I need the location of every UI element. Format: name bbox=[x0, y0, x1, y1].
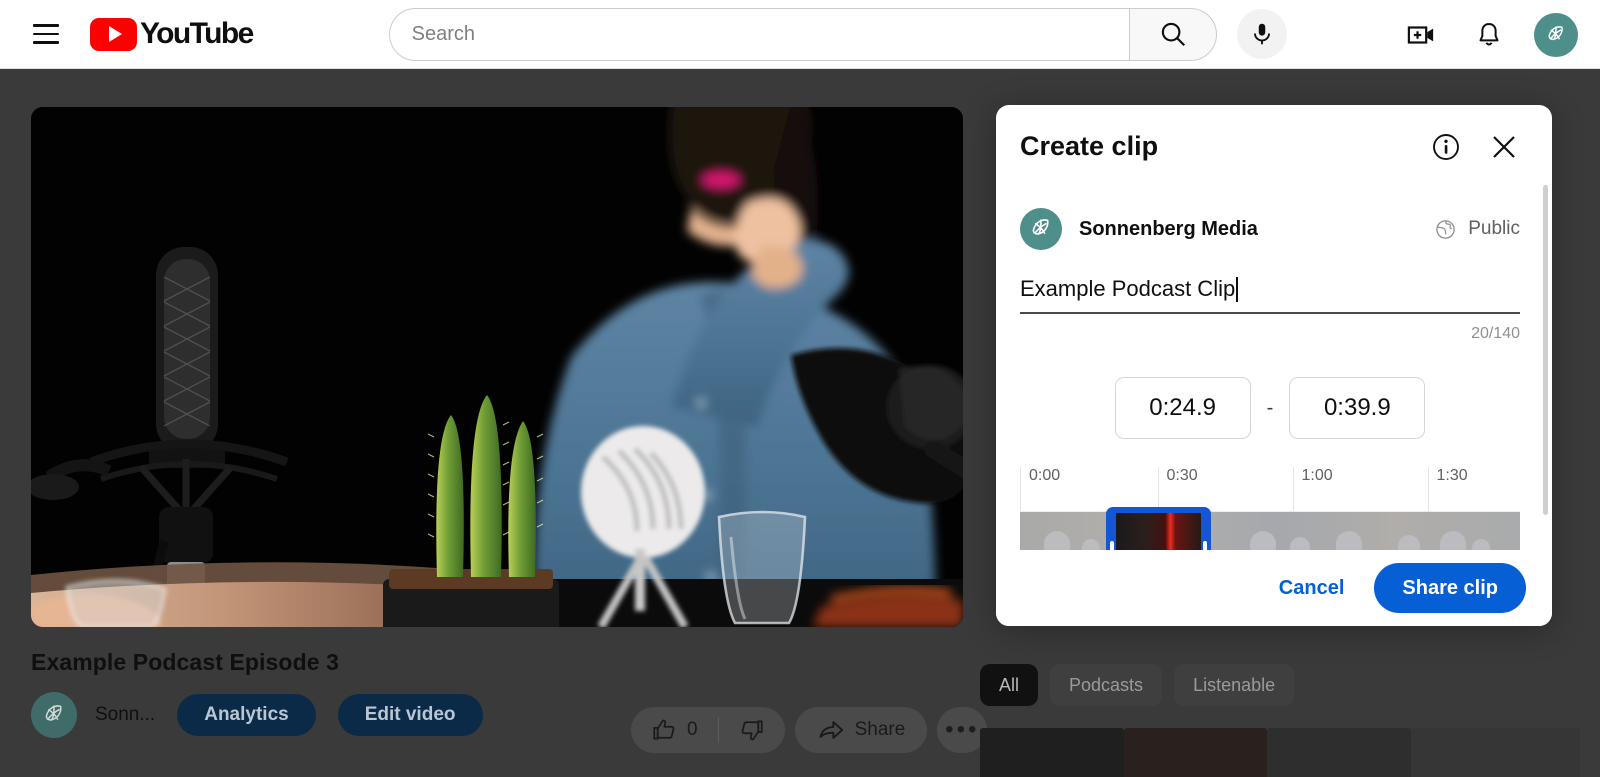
time-range-separator: - bbox=[1266, 396, 1274, 419]
watch-column: Example Podcast Episode 3 Sonn... Analyt… bbox=[31, 107, 988, 753]
thumbs-down-icon bbox=[741, 720, 763, 741]
account-avatar[interactable] bbox=[1534, 12, 1578, 57]
dialog-scrollbar[interactable] bbox=[1543, 185, 1548, 585]
timeline-filmstrip bbox=[1020, 511, 1520, 550]
video-title: Example Podcast Episode 3 bbox=[31, 649, 340, 675]
text-caret bbox=[1236, 276, 1239, 302]
chip-podcasts[interactable]: Podcasts bbox=[1050, 664, 1163, 706]
share-arrow-icon bbox=[819, 721, 843, 739]
dialog-channel-avatar bbox=[1020, 208, 1062, 250]
video-frame bbox=[31, 107, 963, 627]
clip-selection-window[interactable] bbox=[1106, 507, 1211, 550]
channel-avatar-icon bbox=[35, 696, 73, 734]
dialog-footer: Cancel Share clip bbox=[996, 550, 1552, 626]
hamburger-icon[interactable] bbox=[24, 12, 68, 56]
info-icon bbox=[1433, 133, 1459, 160]
create-clip-dialog: Create clip Sonnenberg Media Public Exam… bbox=[996, 105, 1552, 626]
recommendations-column: All Podcasts Listenable bbox=[980, 664, 1580, 777]
dialog-header: Create clip bbox=[996, 105, 1552, 162]
account-avatar-icon bbox=[1539, 17, 1573, 52]
chip-listenable[interactable]: Listenable bbox=[1174, 664, 1295, 706]
like-button[interactable]: 0 bbox=[631, 707, 718, 753]
voice-search-button[interactable] bbox=[1236, 9, 1287, 59]
visibility-indicator: Public bbox=[1434, 218, 1520, 241]
dialog-scrollbar-thumb[interactable] bbox=[1543, 185, 1548, 515]
share-clip-button[interactable]: Share clip bbox=[1374, 563, 1526, 613]
create-video-button[interactable] bbox=[1398, 12, 1444, 58]
search-icon bbox=[1161, 22, 1185, 47]
hamburger-bar bbox=[33, 24, 59, 27]
create-video-icon bbox=[1407, 25, 1434, 44]
dislike-button[interactable] bbox=[719, 707, 785, 753]
recommendation-thumbnail[interactable] bbox=[1410, 728, 1580, 777]
dialog-body: Sonnenberg Media Public Example Podcast … bbox=[996, 183, 1552, 550]
video-actions-row: 0 Share ••• bbox=[631, 707, 988, 753]
youtube-watch-page: YouTube Search Example Podcast Episode 3… bbox=[0, 0, 1600, 777]
channel-avatar-icon bbox=[1022, 210, 1060, 248]
close-icon bbox=[1493, 135, 1515, 158]
search-input[interactable] bbox=[411, 22, 1129, 46]
search-button[interactable] bbox=[1128, 7, 1217, 61]
video-player[interactable] bbox=[31, 107, 963, 627]
clip-selection-preview bbox=[1116, 513, 1201, 550]
clip-timeline[interactable]: 0:00 0:30 1:00 1:30 bbox=[1020, 467, 1520, 550]
analytics-button[interactable]: Analytics bbox=[177, 694, 316, 736]
microphone-icon bbox=[1253, 23, 1270, 45]
channel-name[interactable]: Sonn... bbox=[95, 704, 155, 726]
youtube-logo[interactable]: YouTube bbox=[90, 17, 254, 51]
recommendation-thumbnail[interactable] bbox=[980, 728, 1124, 777]
share-label: Share bbox=[854, 719, 906, 740]
clip-title-field[interactable]: Example Podcast Clip bbox=[1020, 276, 1520, 314]
channel-avatar[interactable] bbox=[31, 692, 77, 738]
masthead: YouTube bbox=[0, 0, 1600, 69]
hamburger-bar bbox=[33, 41, 59, 44]
share-button[interactable]: Share bbox=[794, 707, 928, 753]
timeline-tick: 1:30 bbox=[1427, 467, 1468, 511]
clip-start-time-input[interactable]: 0:24.9 bbox=[1114, 377, 1251, 439]
dialog-channel-name: Sonnenberg Media bbox=[1079, 217, 1258, 240]
timeline-tick: 0:00 bbox=[1020, 467, 1060, 511]
clip-time-range: 0:24.9 - 0:39.9 bbox=[1020, 377, 1520, 439]
filter-chips: All Podcasts Listenable bbox=[980, 664, 1580, 706]
recommendation-thumbnail[interactable] bbox=[1123, 728, 1268, 777]
channel-visibility-row: Sonnenberg Media Public bbox=[1020, 208, 1520, 250]
bell-icon bbox=[1479, 22, 1499, 45]
globe-icon bbox=[1436, 219, 1456, 239]
cancel-button[interactable]: Cancel bbox=[1259, 566, 1365, 610]
like-dislike-group: 0 bbox=[631, 707, 785, 753]
notifications-button[interactable] bbox=[1466, 12, 1512, 58]
timeline-ticks: 0:00 0:30 1:00 1:30 bbox=[1020, 467, 1520, 511]
clip-start-handle[interactable] bbox=[1110, 541, 1114, 550]
hamburger-bar bbox=[33, 32, 59, 36]
dialog-header-icons bbox=[1431, 132, 1519, 162]
chip-all[interactable]: All bbox=[980, 664, 1039, 706]
search-area bbox=[388, 7, 1287, 61]
more-actions-label: ••• bbox=[945, 716, 980, 743]
masthead-right-controls bbox=[1398, 0, 1578, 69]
youtube-play-icon bbox=[90, 17, 137, 51]
timeline-tick: 1:00 bbox=[1292, 467, 1333, 511]
edit-video-button[interactable]: Edit video bbox=[337, 694, 483, 736]
clip-end-handle[interactable] bbox=[1203, 541, 1207, 550]
like-count: 0 bbox=[687, 719, 698, 740]
youtube-logo-text: YouTube bbox=[140, 17, 254, 50]
timeline-tick: 0:30 bbox=[1157, 467, 1198, 511]
recommendation-thumbnail[interactable] bbox=[1267, 728, 1411, 777]
thumbs-up-icon bbox=[653, 719, 675, 740]
search-box[interactable] bbox=[388, 7, 1129, 61]
dialog-title: Create clip bbox=[1020, 131, 1159, 161]
visibility-label: Public bbox=[1468, 218, 1520, 239]
close-button[interactable] bbox=[1489, 132, 1519, 162]
recommendation-list bbox=[980, 728, 1580, 777]
info-button[interactable] bbox=[1431, 132, 1461, 162]
clip-title-value: Example Podcast Clip bbox=[1020, 276, 1236, 301]
character-counter: 20/140 bbox=[1471, 325, 1520, 342]
channel-info: Sonnenberg Media bbox=[1020, 208, 1258, 250]
clip-end-time-input[interactable]: 0:39.9 bbox=[1289, 377, 1426, 439]
